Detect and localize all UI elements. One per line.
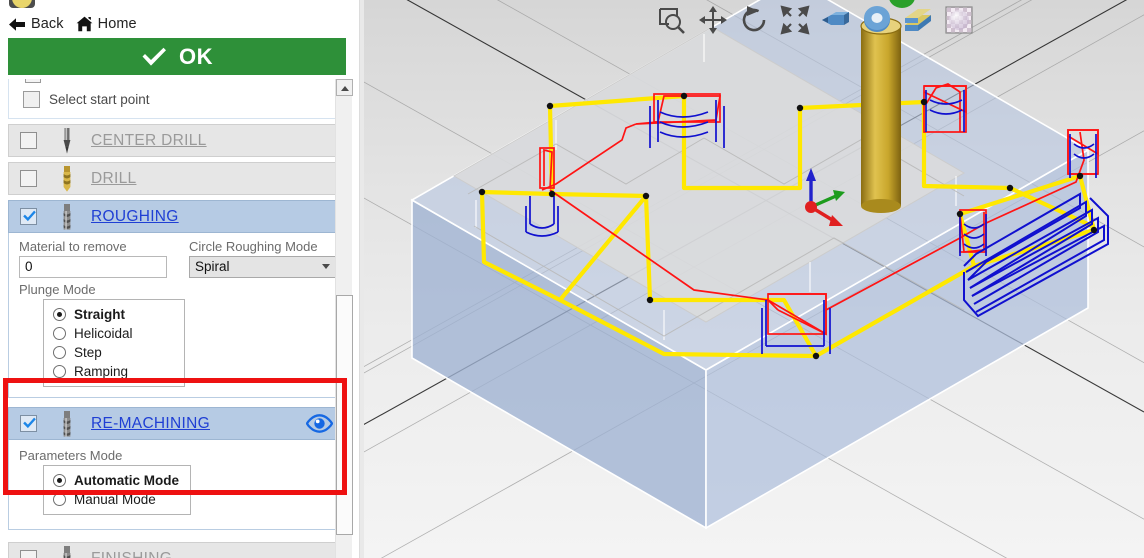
radio-icon: [53, 346, 66, 359]
home-icon: [76, 16, 93, 32]
drill-checkbox[interactable]: [20, 170, 37, 187]
plunge-mode-step[interactable]: Step: [44, 343, 184, 362]
parameters-mode-label: Parameters Mode: [19, 448, 123, 463]
radio-icon: [53, 327, 66, 340]
plunge-mode-straight[interactable]: Straight: [44, 305, 184, 324]
transparency-sphere-icon[interactable]: [943, 4, 975, 36]
parameters-mode-manual[interactable]: Manual Mode: [44, 490, 190, 509]
material-to-remove-field: Material to remove 0: [19, 239, 167, 278]
plunge-mode-helicoidal[interactable]: Helicoidal: [44, 324, 184, 343]
endmill-tool-icon: [63, 203, 71, 230]
plunge-mode-group: Straight Helicoidal Step Ramping: [43, 299, 185, 387]
drill-label: DRILL: [91, 169, 137, 187]
home-label: Home: [97, 16, 137, 32]
ok-label: OK: [179, 43, 213, 69]
finishing-label: FINISHING: [91, 549, 173, 558]
check-icon: [23, 210, 36, 222]
center-drill-checkbox[interactable]: [20, 132, 37, 149]
roughing-parameters-panel: Material to remove 0 Circle Roughing Mod…: [8, 233, 346, 398]
clipped-checkbox[interactable]: [25, 79, 41, 83]
select-start-point-label: Select start point: [49, 92, 150, 107]
re-machining-label: RE-MACHINING: [91, 414, 210, 432]
chevron-down-icon: [322, 264, 330, 269]
finishing-checkbox[interactable]: [20, 550, 37, 558]
parameters-mode-group: Automatic Mode Manual Mode: [43, 465, 191, 515]
circle-roughing-mode-value: Spiral: [195, 259, 230, 274]
parameters-mode-automatic-label: Automatic Mode: [74, 473, 180, 488]
arrow-left-icon: [9, 17, 25, 31]
radio-icon: [53, 474, 66, 487]
viewport-toolbar: [656, 0, 975, 40]
check-icon: [23, 417, 36, 429]
endmill-tool-icon: [63, 545, 71, 558]
circle-roughing-mode-select[interactable]: Spiral: [189, 256, 337, 278]
operation-row-drill[interactable]: DRILL: [8, 162, 346, 195]
operation-row-roughing[interactable]: ROUGHING: [8, 200, 346, 233]
plunge-mode-straight-label: Straight: [74, 307, 126, 322]
start-point-card: Select start point: [8, 79, 346, 119]
rotate-icon[interactable]: [738, 4, 770, 36]
material-to-remove-label: Material to remove: [19, 239, 127, 254]
home-button[interactable]: Home: [76, 16, 137, 32]
axis-origin: [805, 201, 817, 213]
operation-row-re-machining[interactable]: RE-MACHINING: [8, 407, 346, 440]
center-drill-label: CENTER DRILL: [91, 131, 207, 149]
endmill-tool-icon: [63, 410, 71, 437]
center-drill-tool-icon: [63, 127, 71, 154]
cutting-tool: [860, 17, 902, 213]
plunge-mode-helicoidal-label: Helicoidal: [74, 326, 133, 341]
pan-move-icon[interactable]: [697, 4, 729, 36]
radio-icon: [53, 365, 66, 378]
check-icon: [142, 47, 166, 66]
navigation-bar: Back Home: [0, 10, 352, 38]
plunge-mode-label: Plunge Mode: [19, 282, 96, 297]
zoom-window-icon[interactable]: [656, 4, 688, 36]
radio-icon: [53, 493, 66, 506]
operation-row-center-drill[interactable]: CENTER DRILL: [8, 124, 346, 157]
eye-visibility-icon[interactable]: [306, 414, 333, 433]
select-start-point-row[interactable]: Select start point: [23, 91, 150, 108]
back-button[interactable]: Back: [9, 16, 64, 32]
circle-roughing-mode-field: Circle Roughing Mode Spiral: [189, 239, 337, 278]
cam-application-window: Back Home OK Select start point CENTER D…: [0, 0, 1144, 558]
operations-tree: Select start point CENTER DRILL DRILL RO…: [0, 79, 364, 558]
shaded-solid-icon[interactable]: [820, 4, 852, 36]
zoom-fit-icon[interactable]: [779, 4, 811, 36]
plunge-mode-ramping[interactable]: Ramping: [44, 362, 184, 381]
select-start-point-checkbox[interactable]: [23, 91, 40, 108]
play-simulate-icon[interactable]: [888, 0, 916, 13]
drill-tool-icon: [63, 165, 71, 192]
panel-divider: [359, 0, 364, 558]
re-machining-checkbox[interactable]: [20, 415, 37, 432]
operation-row-finishing[interactable]: FINISHING: [8, 542, 346, 558]
parameters-mode-manual-label: Manual Mode: [74, 492, 156, 507]
back-label: Back: [31, 16, 64, 32]
radio-icon: [53, 308, 66, 321]
scroll-thumb[interactable]: [336, 295, 353, 535]
parameters-mode-automatic[interactable]: Automatic Mode: [44, 471, 190, 490]
clipped-option-row: [25, 79, 325, 83]
roughing-label: ROUGHING: [91, 207, 179, 225]
roughing-checkbox[interactable]: [20, 208, 37, 225]
circle-roughing-mode-label: Circle Roughing Mode: [189, 239, 318, 254]
3d-viewport[interactable]: [364, 0, 1144, 558]
operations-sidebar: Back Home OK Select start point CENTER D…: [0, 0, 364, 558]
sidebar-scrollbar[interactable]: [335, 79, 353, 558]
toolbar-overflow-icon[interactable]: [9, 0, 35, 8]
3d-scene: [364, 0, 1144, 558]
clipped-option-label: [51, 79, 55, 83]
material-to-remove-input[interactable]: 0: [19, 256, 167, 278]
re-machining-parameters-panel: Parameters Mode Automatic Mode Manual Mo…: [8, 440, 346, 530]
ok-button[interactable]: OK: [8, 38, 346, 75]
plunge-mode-ramping-label: Ramping: [74, 364, 129, 379]
scroll-up-button[interactable]: [336, 79, 353, 96]
plunge-mode-step-label: Step: [74, 345, 102, 360]
